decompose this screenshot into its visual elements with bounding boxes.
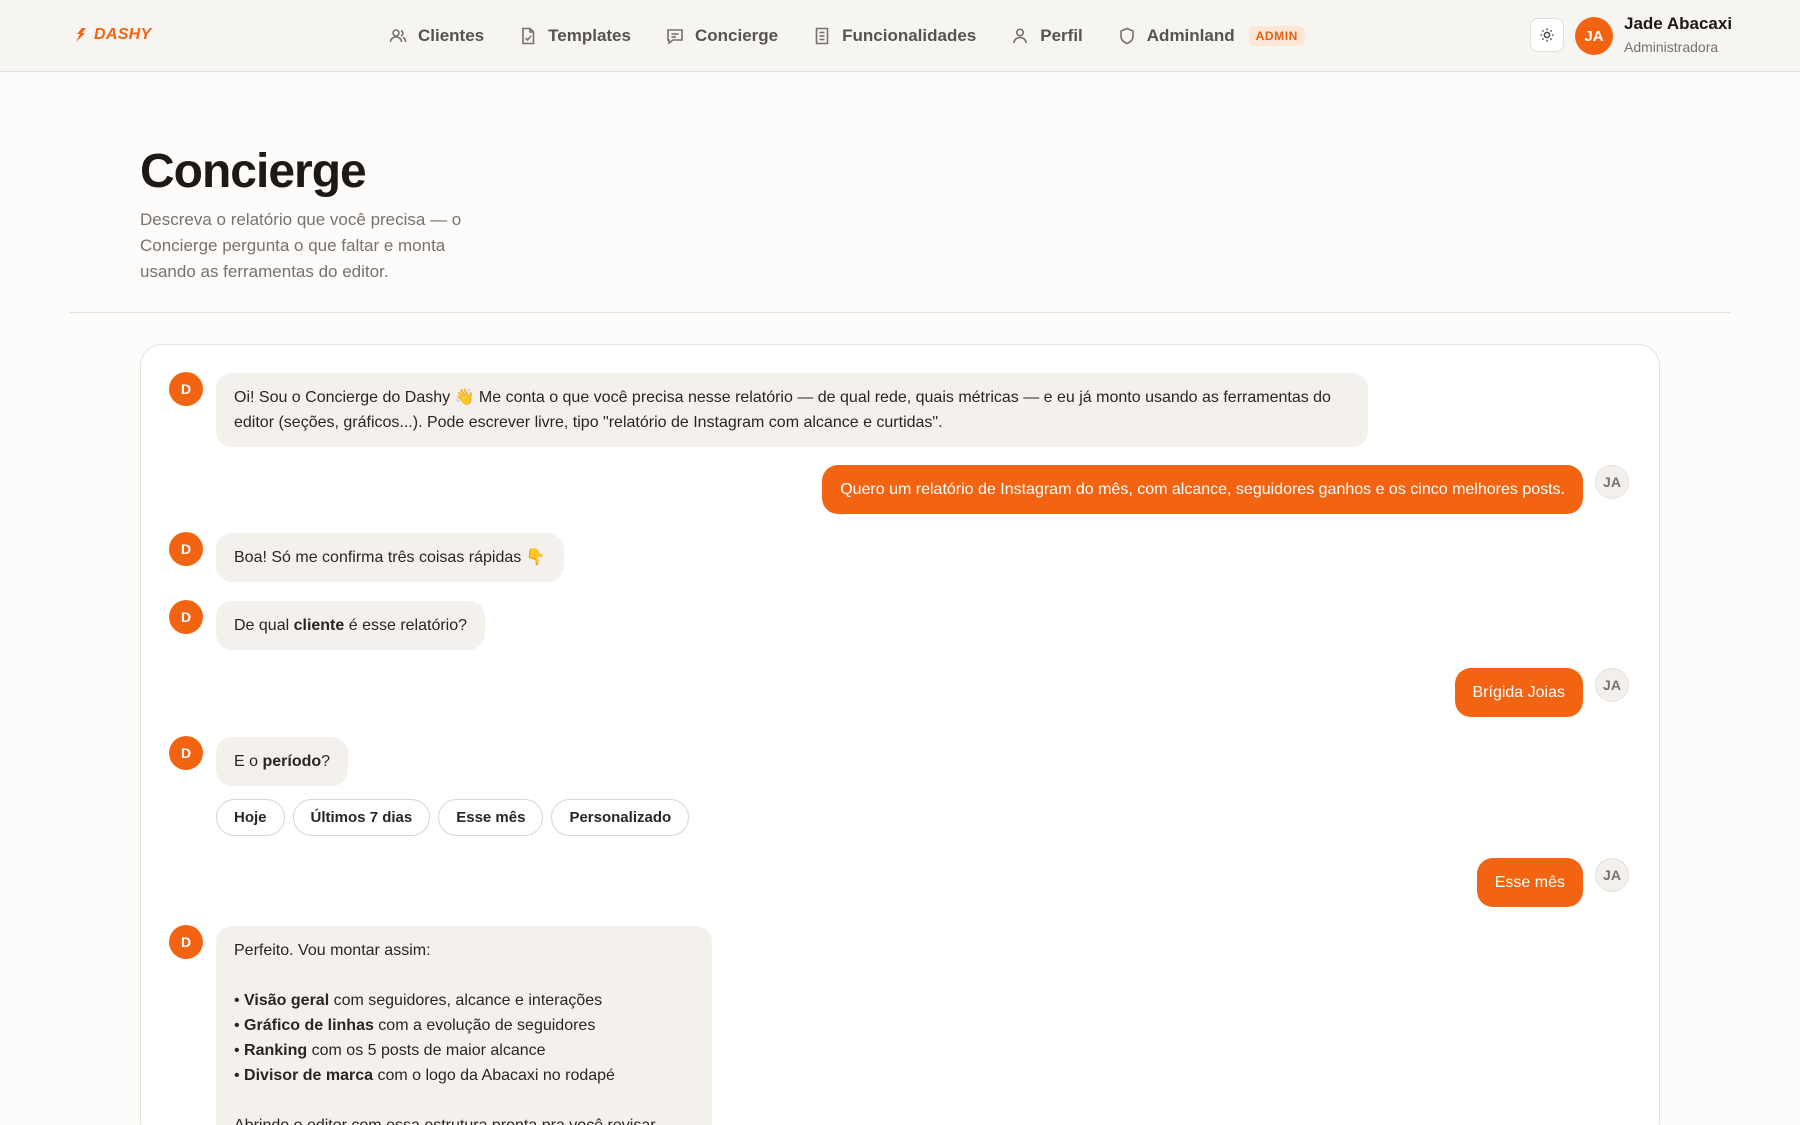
nav-label: Concierge: [694, 26, 779, 45]
message-text: Abrindo o editor com essa estrutura pron…: [234, 1113, 694, 1125]
nav-item-funcionalidades[interactable]: Funcionalidades: [812, 26, 976, 46]
user-avatar[interactable]: JA: [1575, 17, 1613, 55]
nav-item-concierge[interactable]: Concierge: [665, 26, 778, 46]
plan-list: Visão geral com seguidores, alcance e in…: [234, 988, 694, 1088]
user-message: Quero um relatório de Instagram do mês, …: [822, 465, 1583, 514]
message-text: ?: [321, 753, 331, 770]
bot-message: Oi! Sou o Concierge do Dashy 👋 Me conta …: [216, 373, 1368, 447]
file-check-icon: [522, 27, 535, 45]
plan-item-title: Gráfico de linhas: [244, 1017, 374, 1034]
admin-badge: ADMIN: [1248, 26, 1305, 46]
user-name: Jade Abacaxi: [1624, 14, 1733, 33]
message-text: Perfeito. Vou montar assim:: [234, 942, 431, 959]
bot-message: Boa! Só me confirma três coisas rápidas …: [216, 533, 564, 582]
page-title: Concierge: [140, 145, 367, 198]
top-navbar: DASHY Clientes Templates Concierge Funci…: [0, 0, 1800, 72]
nav-label: Templates: [548, 26, 631, 45]
plan-item-text: com o logo da Abacaxi no rodapé: [373, 1067, 615, 1084]
sun-icon: [1540, 28, 1554, 42]
plan-item-title: Divisor de marca: [244, 1067, 373, 1084]
plan-item: Visão geral com seguidores, alcance e in…: [234, 988, 694, 1013]
user-message-avatar: JA: [1595, 668, 1629, 702]
bot-avatar: D: [169, 925, 203, 959]
nav-item-perfil[interactable]: Perfil: [1010, 26, 1083, 46]
bot-avatar: D: [169, 532, 203, 566]
message-bold: cliente: [293, 617, 345, 634]
bot-message-plan: Perfeito. Vou montar assim: Visão geral …: [216, 926, 712, 1125]
divider: [70, 312, 1730, 313]
message-text: De qual: [234, 617, 294, 634]
user-message-avatar: JA: [1595, 858, 1629, 892]
chat-icon: [667, 29, 683, 45]
nav-item-templates[interactable]: Templates: [518, 26, 631, 46]
nav-item-clientes[interactable]: Clientes: [388, 26, 484, 46]
plan-item-title: Ranking: [244, 1042, 308, 1059]
brand-name: DASHY: [94, 26, 152, 43]
plan-item: Divisor de marca com o logo da Abacaxi n…: [234, 1063, 694, 1088]
nav-item-adminland[interactable]: Adminland ADMIN: [1117, 26, 1305, 46]
nav-label: Perfil: [1040, 26, 1083, 45]
period-option-esse-mes[interactable]: Esse mês: [438, 799, 544, 836]
plan-item-text: com os 5 posts de maior alcance: [307, 1042, 546, 1059]
message-text: E o: [234, 753, 263, 770]
period-option-personalizado[interactable]: Personalizado: [551, 799, 690, 836]
period-option-7-dias[interactable]: Últimos 7 dias: [292, 799, 431, 836]
user-role: Administradora: [1624, 39, 1719, 55]
plan-item-text: com seguidores, alcance e interações: [329, 992, 603, 1009]
user-message-avatar: JA: [1595, 465, 1629, 499]
document-icon: [815, 27, 829, 45]
user-icon: [1013, 28, 1028, 44]
period-option-hoje[interactable]: Hoje: [216, 799, 285, 836]
main-nav: Clientes Templates Concierge Funcionalid…: [388, 0, 1305, 72]
user-message: Esse mês: [1476, 858, 1583, 907]
message-text: é esse relatório?: [344, 617, 468, 634]
users-icon: [389, 29, 407, 43]
period-options: Hoje Últimos 7 dias Esse mês Personaliza…: [216, 799, 690, 836]
plan-item-text: com a evolução de seguidores: [373, 1017, 596, 1034]
page-description: Descreva o relatório que você precisa — …: [140, 210, 462, 281]
bot-avatar: D: [169, 600, 203, 634]
bolt-icon: [76, 28, 86, 42]
message-bold: período: [262, 753, 322, 770]
nav-label: Clientes: [418, 26, 485, 45]
bot-message: De qual cliente é esse relatório?: [216, 601, 486, 650]
bot-avatar: D: [169, 736, 203, 770]
user-message: Brígida Joias: [1454, 668, 1583, 717]
nav-label: Funcionalidades: [842, 26, 977, 45]
theme-toggle-button[interactable]: [1530, 18, 1564, 52]
plan-item: Gráfico de linhas com a evolução de segu…: [234, 1013, 694, 1038]
nav-label: Adminland: [1146, 26, 1235, 45]
plan-item: Ranking com os 5 posts de maior alcance: [234, 1038, 694, 1063]
plan-item-title: Visão geral: [244, 992, 330, 1009]
bot-message: E o período?: [216, 737, 349, 786]
dashy-logo[interactable]: DASHY: [70, 25, 152, 45]
shield-icon: [1119, 27, 1134, 45]
bot-avatar: D: [169, 372, 203, 406]
